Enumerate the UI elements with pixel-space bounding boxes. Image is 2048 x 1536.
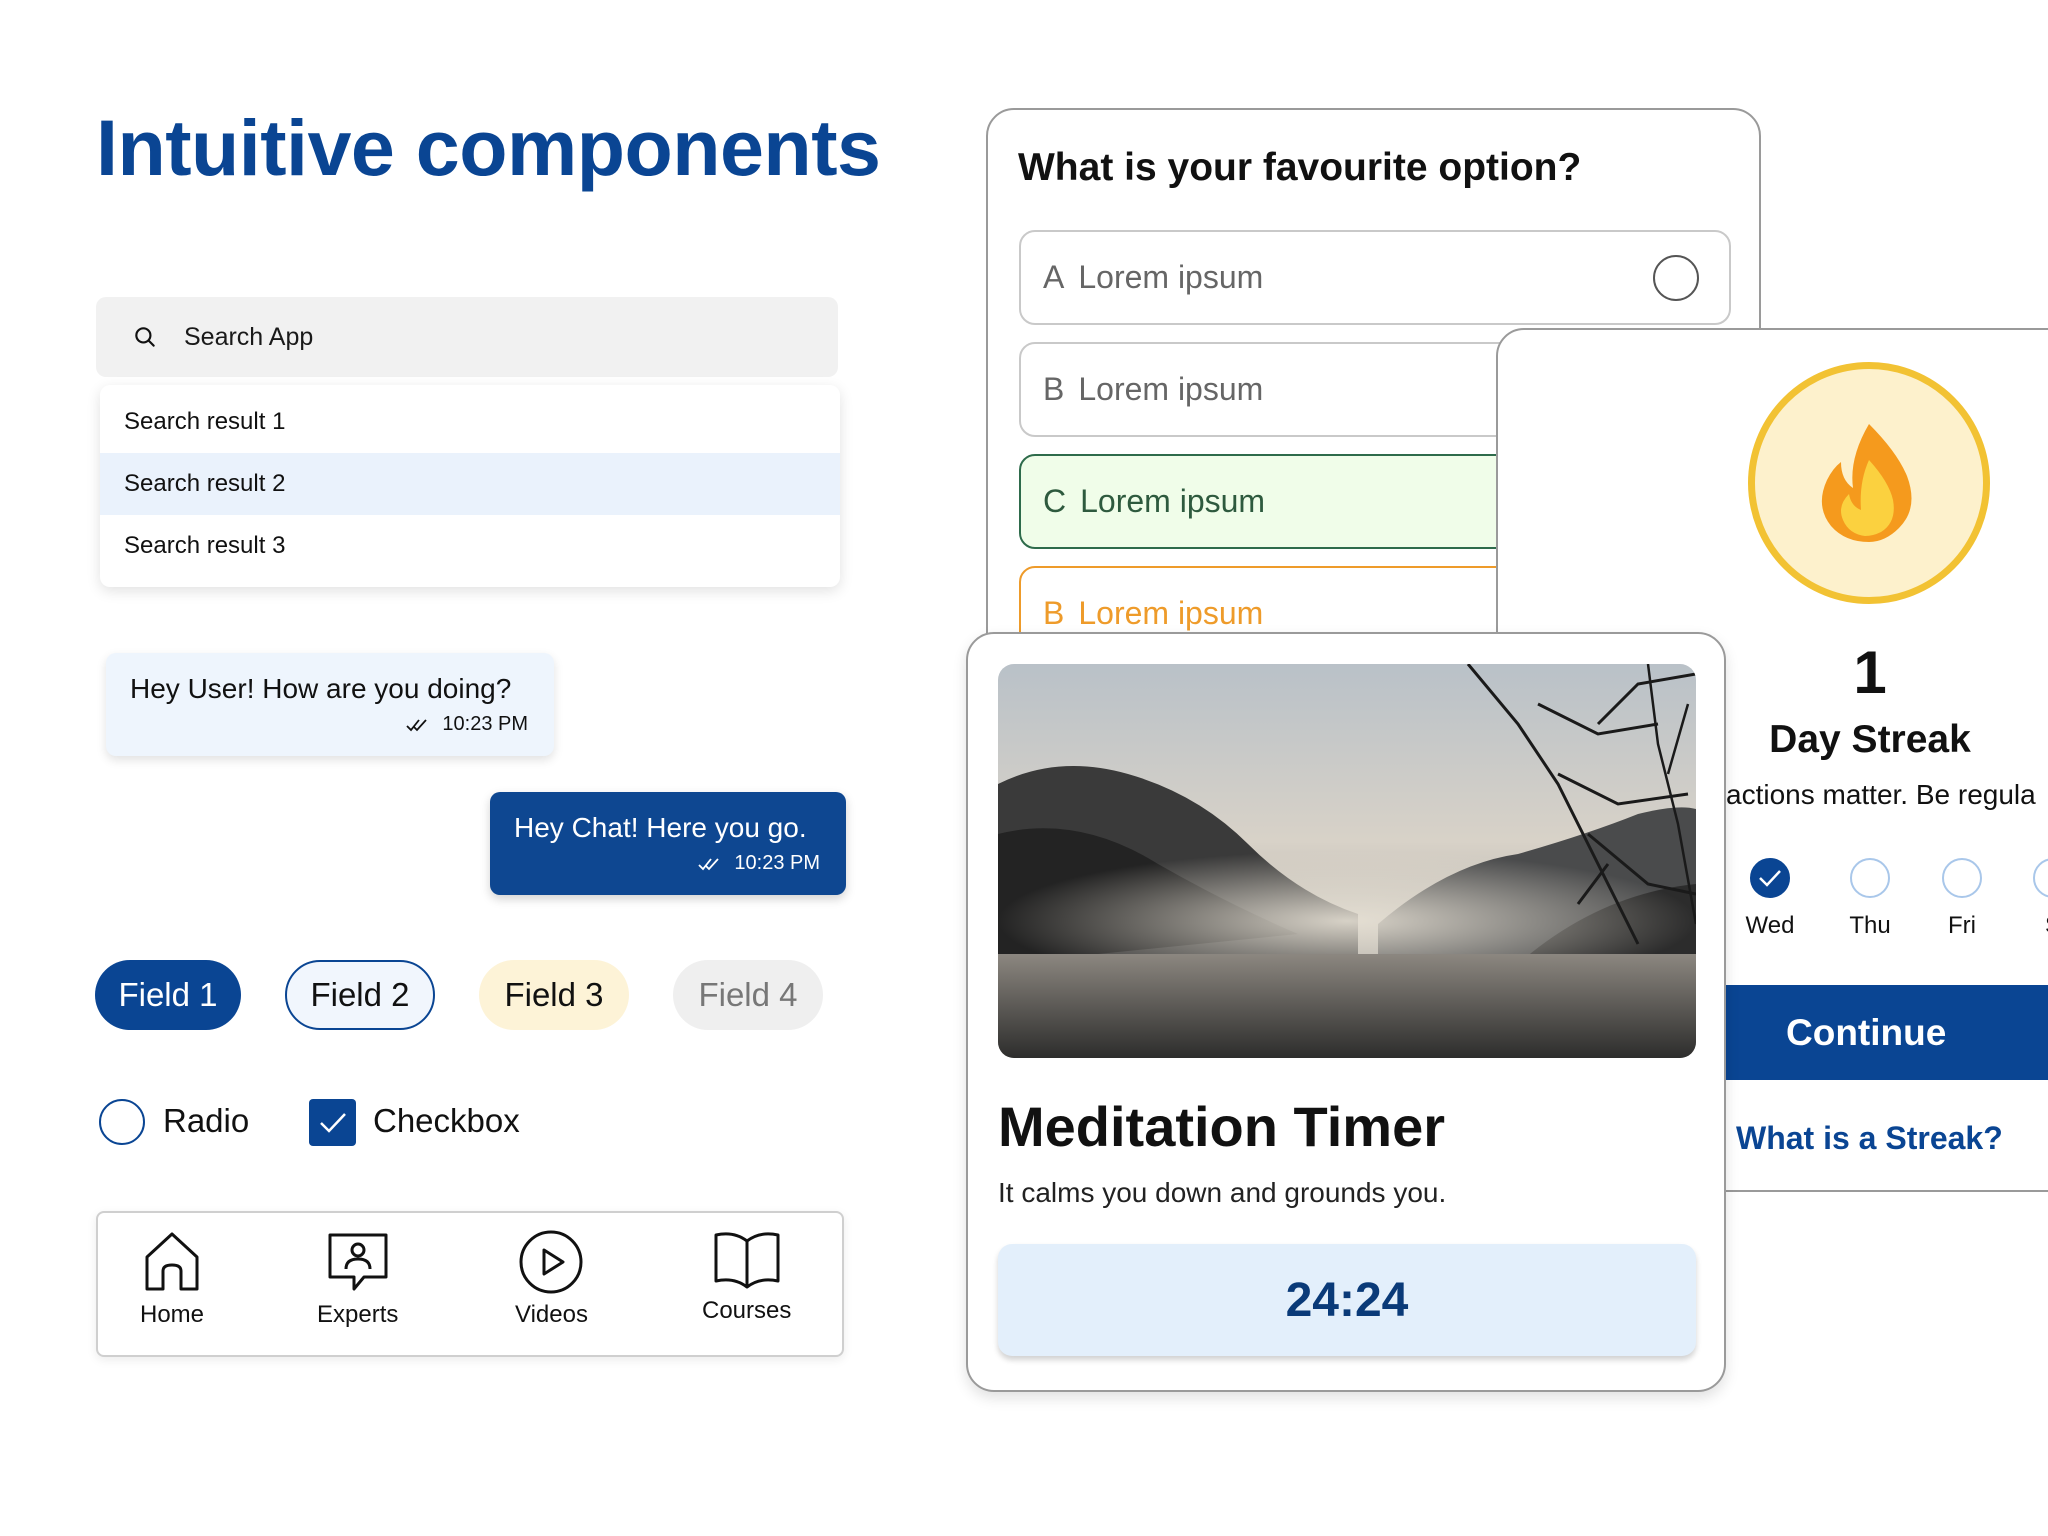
chip-field-2[interactable]: Field 2 [285,960,435,1030]
chat-bubble-outgoing: Hey Chat! Here you go. 10:23 PM [490,792,846,895]
book-icon [714,1232,780,1289]
lake-photo [998,664,1696,1058]
day-label: Thu [1849,912,1891,939]
quiz-question: What is your favourite option? [1018,146,1582,189]
page-title: Intuitive components [96,103,881,192]
option-text: Lorem ipsum [1080,483,1266,519]
streak-day: Fri [1922,858,2002,940]
search-bar[interactable] [96,297,838,377]
chip-field-1[interactable]: Field 1 [95,960,241,1030]
chat-timestamp: 10:23 PM [734,852,820,874]
nav-item-experts[interactable]: Experts [317,1229,398,1329]
nav-label: Courses [702,1297,792,1324]
search-input[interactable] [182,321,786,353]
nav-label: Experts [317,1301,399,1328]
chip-field-4[interactable]: Field 4 [673,960,823,1030]
day-indicator [2033,858,2048,898]
quiz-option-a[interactable]: A Lorem ipsum [1019,230,1731,325]
chat-message-text: Hey Chat! Here you go. [514,812,807,843]
nav-item-courses[interactable]: Courses [702,1229,791,1325]
option-text: Lorem ipsum [1078,595,1264,631]
home-icon [145,1232,199,1291]
nav-label: Videos [515,1301,588,1328]
search-icon [135,327,155,347]
meditation-card: Meditation Timer It calms you down and g… [966,632,1726,1392]
search-result-item[interactable]: Search result 3 [100,515,840,577]
flame-badge [1748,362,1990,604]
radio-button[interactable] [99,1099,145,1145]
search-result-item[interactable]: Search result 2 [100,453,840,515]
nav-item-videos[interactable]: Videos [515,1229,588,1329]
play-icon [519,1230,583,1294]
streak-day: S [2013,858,2048,940]
meditation-subtitle: It calms you down and grounds you. [998,1177,1447,1208]
option-letter: B [1043,595,1065,631]
double-check-icon [698,857,720,870]
day-label: Fri [1948,912,1976,939]
search-result-item[interactable]: Search result 1 [100,391,840,453]
chat-bubble-incoming: Hey User! How are you doing? 10:23 PM [106,653,554,756]
checkbox-label: Checkbox [373,1102,520,1139]
streak-info-link[interactable]: What is a Streak? [1736,1120,2003,1157]
double-check-icon [406,718,428,731]
day-indicator [1850,858,1890,898]
chat-timestamp: 10:23 PM [442,713,528,735]
streak-subtitle: actions matter. Be regula [1726,779,2036,810]
checkbox[interactable] [309,1099,356,1146]
option-letter: B [1043,371,1065,407]
experts-icon [328,1233,388,1291]
meditation-title: Meditation Timer [998,1095,1446,1158]
option-text: Lorem ipsum [1078,371,1264,407]
option-text: Lorem ipsum [1078,259,1264,295]
streak-day: Wed [1730,858,1810,940]
option-letter: C [1043,483,1067,519]
radio-label: Radio [163,1102,250,1139]
streak-day: Thu [1830,858,1910,940]
option-radio[interactable] [1653,254,1699,301]
nav-label: Home [140,1301,205,1328]
nav-item-home[interactable]: Home [140,1229,204,1329]
day-check-icon [1750,858,1790,898]
bottom-navigation: Home Experts Videos Courses [96,1211,844,1357]
checkmark-icon [319,1112,346,1133]
day-label: Wed [1745,912,1795,939]
search-results: Search result 1 Search result 2 Search r… [100,385,840,587]
timer-button[interactable]: 24:24 [998,1244,1696,1356]
chat-message-text: Hey User! How are you doing? [130,673,512,704]
flame-icon [1821,424,1912,542]
chip-field-3[interactable]: Field 3 [479,960,629,1030]
option-letter: A [1043,259,1065,295]
day-indicator [1942,858,1982,898]
